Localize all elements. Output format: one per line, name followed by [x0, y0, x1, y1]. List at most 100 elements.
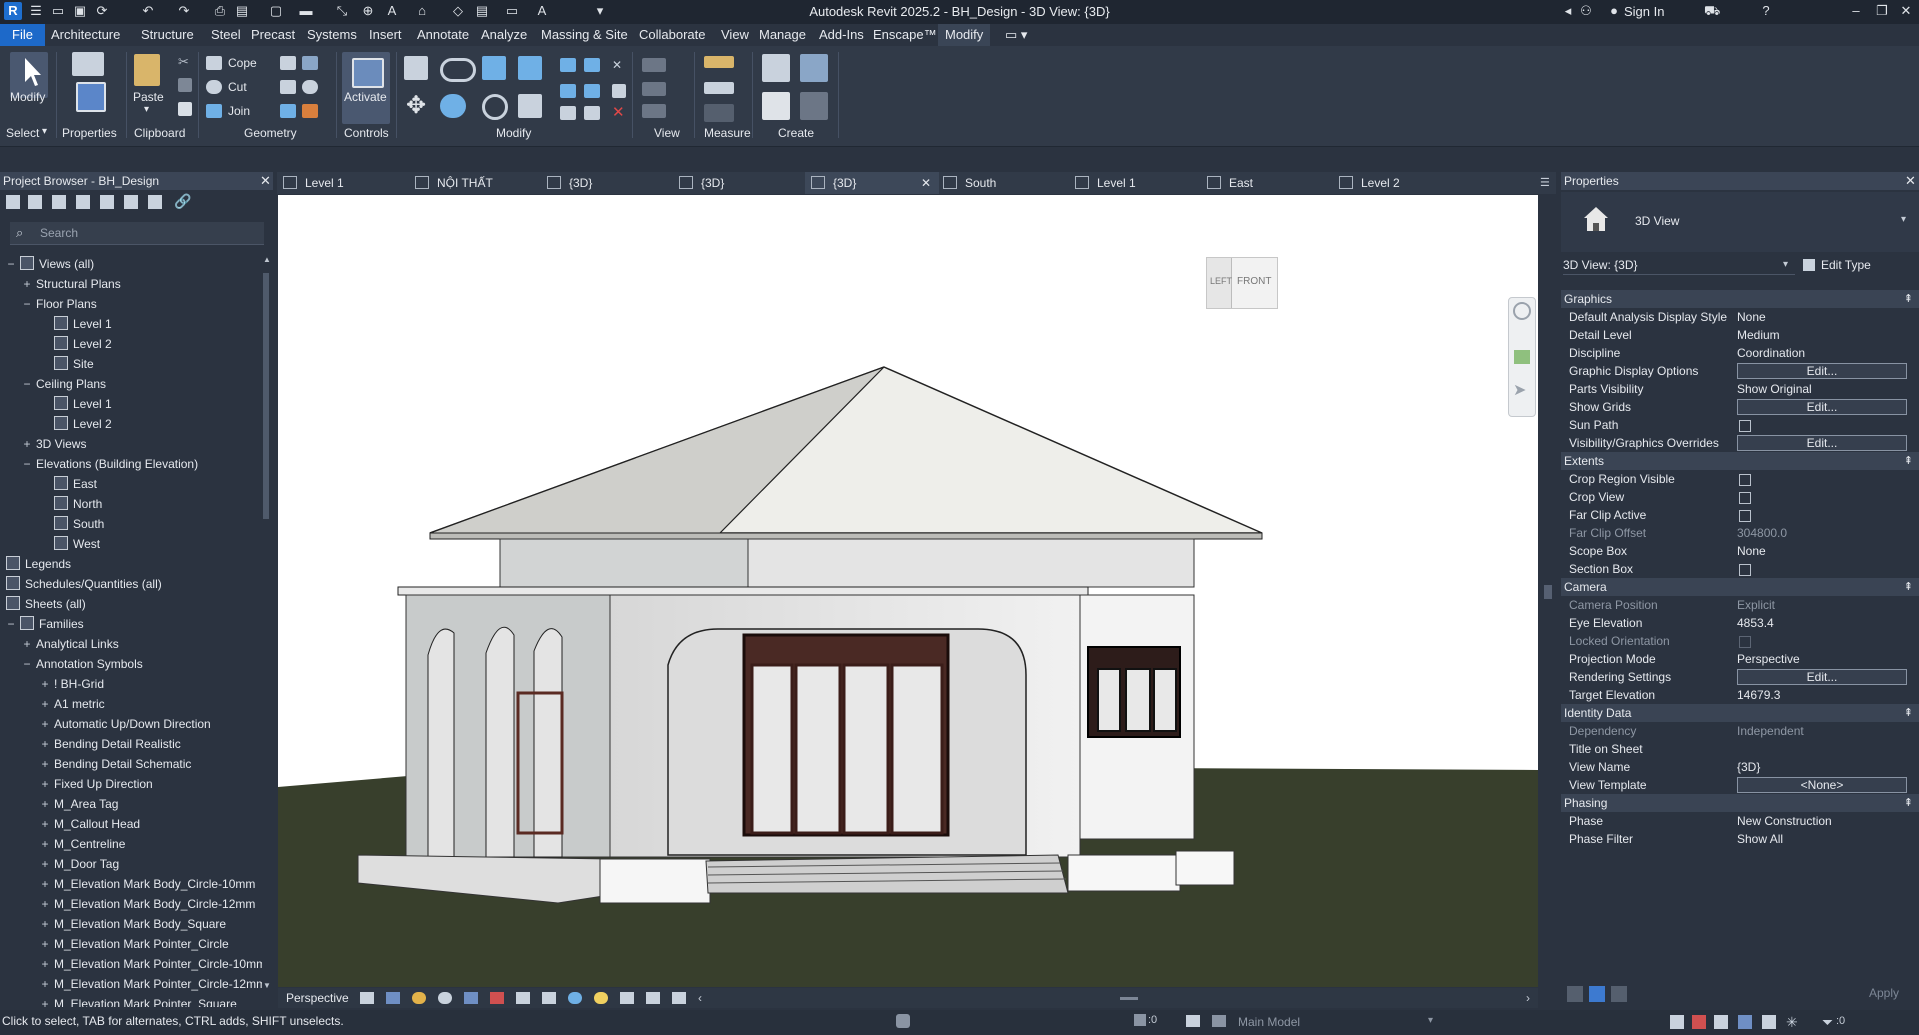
collapse-section-icon[interactable]: ⇞ [1904, 290, 1913, 308]
shadows-icon[interactable] [438, 992, 452, 1004]
tree-item[interactable]: + A1 metric [40, 695, 104, 713]
expand-icon[interactable]: + [40, 915, 50, 933]
tree-item[interactable]: + Bending Detail Realistic [40, 735, 180, 753]
tree-item[interactable]: − Annotation Symbols [22, 655, 142, 673]
scroll-down-icon[interactable]: ▼ [263, 981, 271, 991]
type-properties-icon[interactable] [72, 52, 104, 76]
override-graphics-icon[interactable] [642, 82, 666, 96]
collapse-section-icon[interactable]: ⇞ [1904, 578, 1913, 596]
property-edit-button[interactable]: Edit... [1737, 435, 1907, 451]
create-assembly-icon[interactable] [762, 54, 790, 82]
dimension-tool-icon[interactable] [704, 82, 734, 94]
tree-item[interactable]: Level 1 [40, 395, 112, 413]
menu-tab-modify[interactable]: Modify [938, 24, 991, 46]
horizontal-scrollbar-thumb[interactable] [1120, 997, 1138, 1000]
view-tab[interactable]: {3D} [673, 172, 807, 194]
property-value[interactable]: Coordination [1737, 344, 1805, 362]
tree-item[interactable]: + M_Elevation Mark Body_Circle-10mm [40, 875, 255, 893]
browser-links-icon[interactable] [148, 195, 162, 209]
property-edit-button[interactable]: Edit... [1737, 669, 1907, 685]
instance-selector[interactable]: 3D View: {3D} ▾ [1563, 256, 1795, 275]
tree-item[interactable]: − Ceiling Plans [22, 375, 106, 393]
wall-joins-icon[interactable] [280, 80, 296, 94]
trim-single-icon[interactable] [560, 106, 576, 120]
hide-icon[interactable] [642, 58, 666, 72]
tree-item[interactable]: + Analytical Links [22, 635, 118, 653]
menu-tab-steel[interactable]: Steel [204, 24, 248, 46]
join-button[interactable]: Join [228, 104, 250, 118]
rotate-icon[interactable] [482, 94, 508, 120]
viewcube-left-face[interactable]: LEFT [1207, 258, 1232, 308]
cart-icon[interactable]: ⛟ [1704, 3, 1720, 19]
viewcube[interactable]: LEFT FRONT [1206, 257, 1278, 309]
canvas-vertical-scrollbar[interactable] [1540, 195, 1556, 987]
sort-icon[interactable] [1589, 986, 1605, 1002]
worksharing-icon[interactable] [896, 1014, 910, 1028]
select-links-icon[interactable] [1670, 1015, 1684, 1029]
tree-item[interactable]: East [40, 475, 97, 493]
expand-icon[interactable]: + [40, 855, 50, 873]
sign-in-link[interactable]: Sign In [1624, 4, 1664, 19]
scrollbar-thumb[interactable] [1544, 585, 1552, 599]
remove-paint-icon[interactable] [302, 104, 318, 118]
expand-icon[interactable]: + [22, 435, 32, 453]
zoom-region-icon[interactable] [1514, 350, 1530, 364]
menu-tab-view[interactable]: View [714, 24, 756, 46]
expand-icon[interactable]: + [40, 955, 50, 973]
search-arrow-icon[interactable]: ◂ [1560, 3, 1576, 19]
editing-requests-icon[interactable] [1134, 1014, 1146, 1026]
browser-sheets-icon[interactable] [52, 195, 66, 209]
pin-icon[interactable]: ✕ [612, 58, 626, 72]
menu-tab-systems[interactable]: Systems [300, 24, 364, 46]
menu-tab-precast[interactable]: Precast [244, 24, 302, 46]
tree-item[interactable]: + Bending Detail Schematic [40, 755, 191, 773]
tree-item[interactable]: West [40, 535, 100, 553]
type-selector[interactable]: 3D View ▾ [1561, 192, 1919, 252]
unlocked-3d-icon[interactable] [542, 992, 556, 1004]
copy-element-icon[interactable] [440, 94, 466, 118]
tree-item[interactable]: Site [40, 355, 94, 373]
split-icon[interactable] [560, 58, 576, 72]
expand-icon[interactable]: + [22, 635, 32, 653]
chevron-down-icon[interactable]: ▾ [42, 126, 47, 137]
tree-item[interactable]: Level 1 [40, 315, 112, 333]
match-properties-icon[interactable] [178, 102, 192, 116]
chevron-down-icon[interactable]: ▾ [1783, 256, 1788, 274]
property-edit-button[interactable]: Edit... [1737, 399, 1907, 415]
tabs-menu-icon[interactable]: ☰ [1540, 176, 1550, 189]
trim-multiple-icon[interactable] [584, 106, 600, 120]
close-icon[interactable]: ✕ [1898, 3, 1914, 19]
array-icon[interactable] [560, 84, 576, 98]
menu-tab-collaborate[interactable]: Collaborate [632, 24, 713, 46]
measure-ruler-icon[interactable] [704, 56, 734, 68]
view-tab[interactable]: Level 1 [277, 172, 411, 194]
tree-item[interactable]: − Views (all) [6, 255, 94, 273]
tree-item[interactable]: + M_Elevation Mark Pointer_Circle-12mm [40, 975, 262, 993]
close-tab-icon[interactable]: ✕ [921, 172, 931, 194]
visual-style-icon[interactable] [386, 992, 400, 1004]
property-value[interactable]: Show Original [1737, 380, 1812, 398]
tree-item[interactable]: + M_Door Tag [40, 855, 119, 873]
create-similar-icon[interactable] [800, 92, 828, 120]
mirror-draw-icon[interactable] [518, 56, 542, 80]
property-checkbox[interactable] [1739, 420, 1751, 432]
background-processes-icon[interactable]: ✳ [1786, 1015, 1800, 1029]
view-tab[interactable]: Level 2 [1333, 172, 1467, 194]
properties-icon[interactable] [76, 82, 106, 112]
collapse-icon[interactable]: − [6, 255, 16, 273]
tree-item[interactable]: Level 2 [40, 415, 112, 433]
spot-icon[interactable] [704, 104, 734, 122]
tree-item[interactable]: + M_Centreline [40, 835, 125, 853]
scroll-up-icon[interactable]: ▲ [263, 255, 271, 265]
trim-icon[interactable] [518, 94, 542, 118]
expand-icon[interactable]: + [40, 675, 50, 693]
tree-item[interactable]: − Elevations (Building Elevation) [22, 455, 198, 473]
design-option-field[interactable]: Main Model [1238, 1015, 1300, 1029]
expand-icon[interactable]: + [40, 875, 50, 893]
user-icon[interactable]: ● [1606, 3, 1622, 19]
reveal-hidden-icon[interactable] [594, 992, 608, 1004]
close-icon[interactable]: ✕ [260, 173, 271, 189]
join-icon[interactable] [206, 104, 222, 118]
tree-item[interactable]: + M_Elevation Mark Pointer_Circle [40, 935, 228, 953]
tree-item[interactable]: − Families [6, 615, 84, 633]
